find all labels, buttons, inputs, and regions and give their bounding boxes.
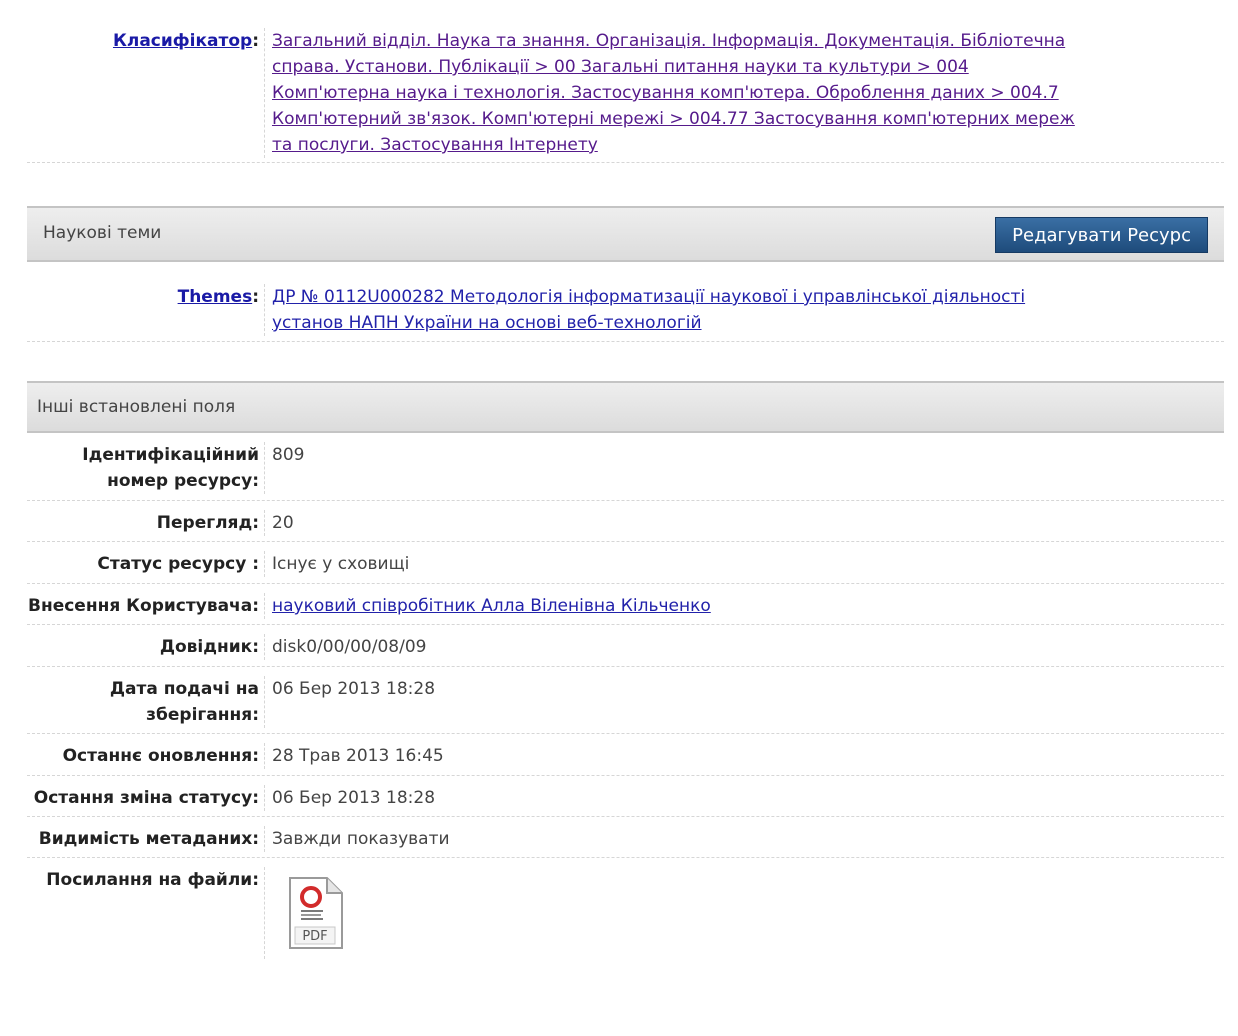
date-deposited-label: Дата подачі на зберігання: [27,676,265,728]
resource-id-value: 809 [272,445,305,465]
file-links-row: Посилання на файли: PDF [27,858,1224,989]
date-deposited-row: Дата подачі на зберігання: 06 Бер 2013 1… [27,667,1224,734]
classifier-line-5: та послуги. Застосування Інтернету [272,135,598,155]
status-changed-label: Остання зміна статусу: [27,785,265,811]
views-row: Перегляд: 20 [27,501,1224,542]
status-changed-value: 06 Бер 2013 18:28 [272,788,436,808]
classifier-line-2: справа. Установи. Публікації > 00 Загаль… [272,57,969,77]
status-changed-row: Остання зміна статусу: 06 Бер 2013 18:28 [27,776,1224,817]
classifier-line-3: Комп'ютерна наука і технологія. Застосув… [272,83,1059,103]
other-fields-header: Інші встановлені поля [27,381,1224,433]
last-modified-row: Останнє оновлення: 28 Трав 2013 16:45 [27,734,1224,776]
last-modified-label: Останнє оновлення: [27,743,265,769]
views-value: 20 [272,513,294,533]
file-links-value: PDF [265,867,1224,959]
classifier-line-1: Загальний відділ. Наука та знання. Орган… [272,31,1066,51]
depositor-link[interactable]: науковий співробітник Алла Віленівна Кіл… [272,596,711,616]
classifier-colon: : [252,31,259,51]
directory-value: disk0/00/00/08/09 [272,637,427,657]
file-links-label: Посилання на файли: [27,867,265,959]
themes-value: ДР № 0112U000282 Методологія інформатиза… [265,284,1224,336]
directory-row: Довідник: disk0/00/00/08/09 [27,625,1224,667]
resource-details: Класифікатор: Загальний відділ. Наука та… [27,0,1224,989]
themes-label-cell: Themes: [27,284,265,336]
other-fields-title: Інші встановлені поля [37,397,236,417]
theme-line-2: установ НАПН України на основі веб-техно… [272,313,702,333]
classifier-path-link[interactable]: Загальний відділ. Наука та знання. Орган… [272,31,1075,155]
themes-link[interactable]: Themes [178,287,253,307]
deposited-by-value: науковий співробітник Алла Віленівна Кіл… [265,593,1224,619]
views-label: Перегляд: [27,510,265,536]
classifier-label-cell: Класифікатор: [27,28,265,158]
status-value: Існує у сховищі [272,554,410,574]
classifier-line-4: Комп'ютерний зв'язок. Комп'ютерні мережі… [272,109,1075,129]
pdf-file-icon[interactable]: PDF [287,875,345,951]
last-modified-value: 28 Трав 2013 16:45 [272,746,444,766]
science-topics-header: Наукові теми Редагувати Ресурс [27,206,1224,262]
status-row: Статус ресурсу : Існує у сховищі [27,542,1224,584]
date-deposited-value: 06 Бер 2013 18:28 [272,679,436,699]
deposited-by-row: Внесення Користувача: науковий співробіт… [27,584,1224,625]
metadata-visibility-row: Видимість метаданих: Завжди показувати [27,817,1224,858]
edit-resource-button[interactable]: Редагувати Ресурс [995,217,1208,253]
directory-label: Довідник: [27,634,265,660]
status-label: Статус ресурсу : [27,551,265,577]
classifier-link[interactable]: Класифікатор [113,31,252,51]
themes-colon: : [252,287,259,307]
pdf-label: PDF [302,929,327,944]
theme-line-1: ДР № 0112U000282 Методологія інформатиза… [272,287,1026,307]
classifier-row: Класифікатор: Загальний відділ. Наука та… [27,0,1224,163]
theme-project-link[interactable]: ДР № 0112U000282 Методологія інформатиза… [272,287,1025,333]
themes-row: Themes: ДР № 0112U000282 Методологія інф… [27,262,1224,342]
resource-id-label: Ідентифікаційний номер ресурсу: [27,442,265,494]
classifier-value: Загальний відділ. Наука та знання. Орган… [265,28,1224,158]
science-topics-title: Наукові теми [43,223,162,243]
metadata-visibility-label: Видимість метаданих: [27,826,265,852]
metadata-visibility-value: Завжди показувати [272,829,450,849]
deposited-by-label: Внесення Користувача: [27,593,265,619]
resource-id-row: Ідентифікаційний номер ресурсу: 809 [27,433,1224,501]
